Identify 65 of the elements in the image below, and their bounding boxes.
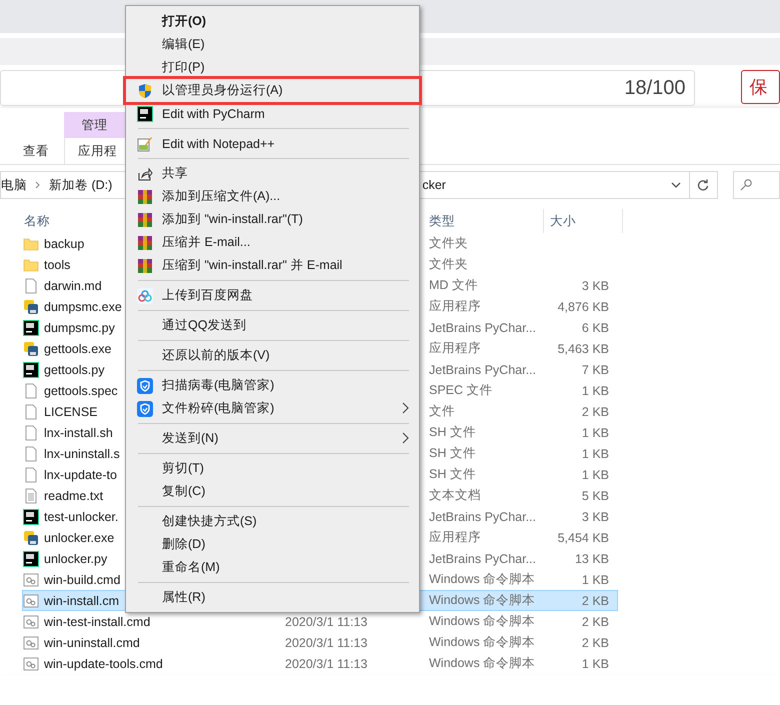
file-size: 2 KB — [582, 636, 609, 650]
file-size: 3 KB — [582, 510, 609, 524]
file-name: lnx-install.sh — [44, 426, 113, 440]
file-name: win-build.cmd — [44, 572, 120, 586]
file-type: 文本文档 — [429, 488, 481, 502]
file-size: 2 KB — [582, 404, 609, 418]
file-size: 1 KB — [582, 426, 609, 440]
file-type: Windows 命令脚本 — [429, 572, 536, 586]
file-size: 5,463 KB — [558, 342, 609, 356]
file-name: win-install.cm — [44, 594, 120, 608]
modified-date: 2020/3/1 11:13 — [285, 614, 368, 628]
file-size: 2 KB — [582, 594, 609, 608]
file-name: test-unlocker. — [44, 510, 118, 524]
file-type: JetBrains PyChar... — [429, 552, 536, 566]
file-size: 3 KB — [582, 278, 609, 292]
file-name: backup — [44, 236, 84, 250]
file-size: 1 KB — [582, 656, 609, 670]
file-type: JetBrains PyChar... — [429, 362, 536, 376]
file-size: 2 KB — [582, 614, 609, 628]
file-type: 应用程序 — [429, 530, 481, 544]
file-name: darwin.md — [44, 278, 102, 292]
file-type: SH 文件 — [429, 467, 476, 481]
file-type: MD 文件 — [429, 278, 478, 292]
file-type: SPEC 文件 — [429, 383, 493, 397]
file-name: gettools.spec — [44, 384, 118, 398]
file-size: 6 KB — [582, 320, 609, 334]
file-size: 1 KB — [582, 572, 609, 586]
file-name: readme.txt — [44, 488, 104, 502]
file-size: 7 KB — [582, 362, 609, 376]
file-size: 1 KB — [582, 446, 609, 460]
file-type: Windows 命令脚本 — [429, 656, 536, 670]
file-name: win-uninstall.cmd — [44, 636, 140, 650]
file-name: lnx-uninstall.s — [44, 446, 120, 460]
file-name: gettools.py — [44, 362, 104, 376]
file-name: dumpsmc.py — [44, 320, 115, 334]
file-name: LICENSE — [44, 404, 98, 418]
file-size: 4,876 KB — [558, 300, 609, 314]
file-size: 1 KB — [582, 468, 609, 482]
file-name: dumpsmc.exe — [44, 300, 122, 314]
file-type: JetBrains PyChar... — [429, 510, 536, 524]
file-type: SH 文件 — [429, 446, 476, 460]
file-size: 1 KB — [582, 384, 609, 398]
file-name: win-test-install.cmd — [44, 614, 150, 628]
file-type: Windows 命令脚本 — [429, 635, 536, 649]
file-type: 应用程序 — [429, 299, 481, 313]
file-type: SH 文件 — [429, 425, 476, 439]
modified-date: 2020/3/1 11:13 — [285, 636, 368, 650]
file-name: lnx-update-to — [44, 468, 117, 482]
file-name: tools — [44, 258, 70, 272]
file-type: Windows 命令脚本 — [429, 614, 536, 628]
character-counter: 18/100 — [624, 76, 686, 100]
file-type: 文件夹 — [429, 236, 468, 250]
file-size: 5 KB — [582, 488, 609, 502]
file-name: unlocker.exe — [44, 530, 114, 544]
file-type: 应用程序 — [429, 341, 481, 355]
file-type: 文件 — [429, 404, 455, 418]
file-name: win-update-tools.cmd — [44, 656, 163, 670]
modified-date: 2020/3/1 11:13 — [285, 656, 368, 670]
file-type: 文件夹 — [429, 257, 468, 271]
file-name: unlocker.py — [44, 552, 108, 566]
file-size: 13 KB — [574, 552, 609, 566]
file-type: JetBrains PyChar... — [429, 320, 536, 334]
file-name: gettools.exe — [44, 342, 112, 356]
file-type: Windows 命令脚本 — [429, 593, 536, 607]
file-size: 5,454 KB — [558, 530, 609, 544]
